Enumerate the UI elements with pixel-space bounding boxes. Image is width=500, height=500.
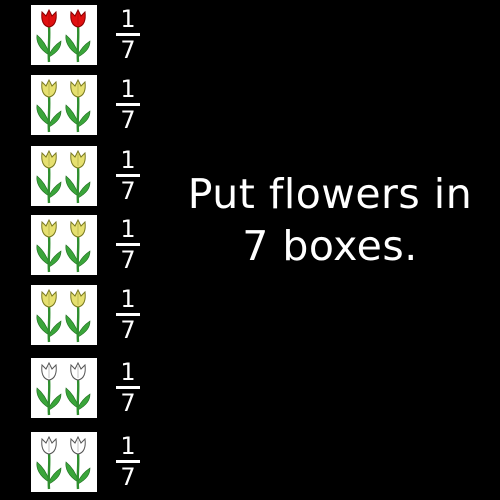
tulip-pair-icon [36, 288, 91, 343]
fraction-numerator: 1 [120, 146, 136, 174]
fraction: 1 7 [116, 434, 140, 489]
tulip-pair-icon [36, 361, 91, 416]
flower-box [31, 75, 97, 135]
fraction-denominator: 7 [120, 389, 136, 417]
tulip-icon [65, 218, 91, 273]
tulip-icon [65, 288, 91, 343]
fraction-denominator: 7 [120, 177, 136, 205]
tulip-icon [36, 361, 62, 416]
fraction-numerator: 1 [120, 5, 136, 33]
flower-box [31, 285, 97, 345]
tulip-icon [36, 78, 62, 133]
fraction-numerator: 1 [120, 358, 136, 386]
tulip-pair-icon [36, 435, 91, 490]
tulip-icon [65, 149, 91, 204]
tulip-icon [36, 435, 62, 490]
fraction-denominator: 7 [120, 106, 136, 134]
fraction-numerator: 1 [120, 285, 136, 313]
tulip-icon [65, 361, 91, 416]
fraction: 1 7 [116, 360, 140, 415]
tulip-pair-icon [36, 149, 91, 204]
tulip-pair-icon [36, 78, 91, 133]
fraction: 1 7 [116, 148, 140, 203]
tulip-icon [36, 8, 62, 63]
fraction-numerator: 1 [120, 215, 136, 243]
fraction-numerator: 1 [120, 75, 136, 103]
tulip-pair-icon [36, 8, 91, 63]
fraction: 1 7 [116, 217, 140, 272]
fraction: 1 7 [116, 7, 140, 62]
tulip-pair-icon [36, 218, 91, 273]
tulip-icon [65, 78, 91, 133]
fraction-denominator: 7 [120, 36, 136, 64]
flower-box [31, 5, 97, 65]
instruction-text: Put flowers in 7 boxes. [160, 168, 500, 272]
tulip-icon [65, 435, 91, 490]
fraction-denominator: 7 [120, 316, 136, 344]
flower-box [31, 432, 97, 492]
tulip-icon [36, 288, 62, 343]
tulip-icon [36, 218, 62, 273]
fraction: 1 7 [116, 287, 140, 342]
flower-box [31, 215, 97, 275]
fraction-denominator: 7 [120, 246, 136, 274]
flower-box [31, 146, 97, 206]
fraction-denominator: 7 [120, 463, 136, 491]
fraction-numerator: 1 [120, 432, 136, 460]
instruction-line-1: Put flowers in [187, 170, 473, 218]
tulip-icon [65, 8, 91, 63]
flower-box [31, 358, 97, 418]
instruction-line-2: 7 boxes. [242, 222, 418, 270]
tulip-icon [36, 149, 62, 204]
fraction: 1 7 [116, 77, 140, 132]
